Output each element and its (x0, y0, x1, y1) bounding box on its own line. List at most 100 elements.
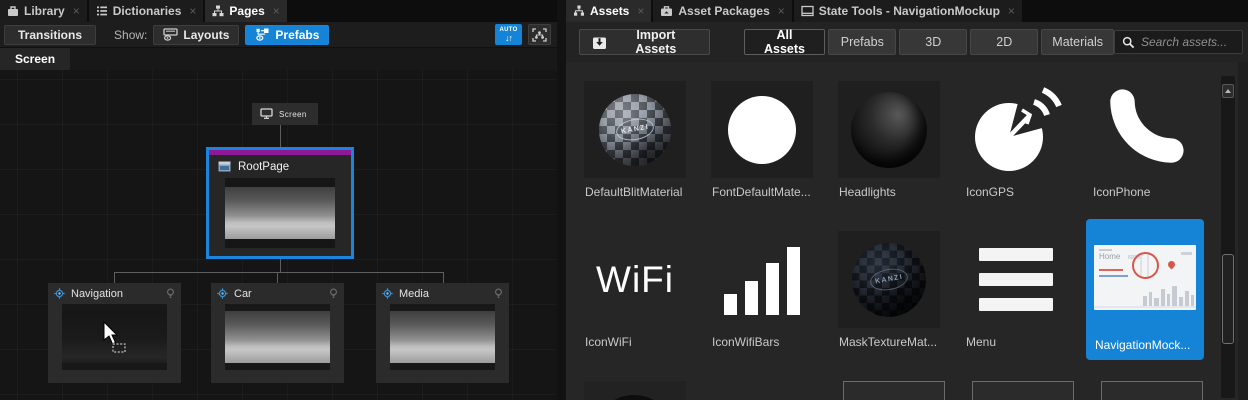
tab-assets[interactable]: Assets × (566, 0, 652, 22)
mockup-roundabout (1132, 252, 1159, 279)
asset-tile-partial[interactable] (843, 381, 945, 400)
pages-icon (212, 5, 224, 17)
asset-tile[interactable]: IconWifiBars (711, 231, 813, 349)
asset-search-box[interactable] (1114, 30, 1243, 54)
kanzi-brand-text: KANZI (868, 265, 910, 294)
asset-name: IconGPS (966, 185, 1015, 199)
screen-view-tab[interactable]: Screen (0, 48, 71, 70)
node-rootpage[interactable]: RootPage (206, 147, 354, 259)
node-media-label: Media (399, 287, 429, 300)
asset-tile-partial[interactable] (1101, 381, 1203, 400)
library-icon (8, 6, 18, 16)
page-icon (218, 161, 231, 172)
close-icon[interactable]: × (1008, 5, 1015, 17)
asset-tile[interactable]: IconPhone (1092, 81, 1194, 199)
asset-tile-partial[interactable] (972, 381, 1074, 400)
connector-line (280, 259, 281, 272)
asset-thumbnail (711, 81, 813, 178)
asset-thumbnail (965, 81, 1067, 178)
filter-3d[interactable]: 3D (899, 29, 968, 55)
scroll-up-button[interactable] (1222, 84, 1234, 98)
state-tools-icon (801, 5, 814, 17)
asset-search-input[interactable] (1141, 35, 1235, 49)
scrollbar-thumb[interactable] (1222, 254, 1234, 344)
import-assets-button[interactable]: Import Assets (579, 28, 710, 56)
asset-tile[interactable]: IconGPS (965, 81, 1067, 199)
mockup-decor (1099, 269, 1123, 271)
filter-prefabs[interactable]: Prefabs (828, 29, 897, 55)
asset-tile-partial[interactable] (584, 381, 686, 400)
asset-tile[interactable]: WiFi IconWiFi (584, 231, 686, 350)
headlights-preview (851, 91, 927, 168)
show-label: Show: (114, 27, 148, 42)
asset-tile[interactable]: KANZI MaskTextureMat... (838, 231, 940, 349)
lightbulb-icon[interactable] (166, 288, 175, 299)
close-icon[interactable]: × (637, 5, 644, 17)
node-car-label: Car (234, 287, 252, 300)
node-rootpage-preview (225, 178, 335, 248)
tab-asset-packages[interactable]: Asset Packages × (653, 0, 792, 22)
target-icon (217, 288, 228, 299)
tab-library-label: Library (24, 4, 65, 18)
tab-dictionaries[interactable]: Dictionaries × (88, 0, 204, 22)
monitor-icon (260, 108, 273, 119)
asset-tile[interactable]: FontDefaultMate... (711, 81, 813, 199)
assets-panel: Assets × Asset Packages × State Tools - … (566, 0, 1248, 400)
asset-tile[interactable]: KANZI DefaultBlitMaterial (584, 81, 686, 199)
filter-materials[interactable]: Materials (1041, 29, 1114, 55)
asset-tile[interactable]: Headlights (838, 81, 940, 199)
lightbulb-icon[interactable] (329, 288, 338, 299)
close-icon[interactable]: × (189, 5, 196, 17)
asset-thumbnail: KANZI (838, 231, 940, 328)
lightbulb-icon[interactable] (494, 288, 503, 299)
asset-tile-selected[interactable]: Home 600m NavigationMock... (1086, 219, 1204, 360)
asset-name: FontDefaultMate... (712, 185, 811, 199)
navigation-mockup-preview: Home 600m (1094, 245, 1196, 310)
fit-graph-button[interactable] (528, 24, 551, 45)
signal-bars-icon (724, 245, 800, 315)
asset-name: IconWifiBars (712, 335, 780, 349)
node-screen[interactable]: Screen (252, 103, 318, 125)
right-tabbar: Assets × Asset Packages × State Tools - … (566, 0, 1248, 22)
mockup-title: Home (1099, 252, 1121, 261)
tab-pages[interactable]: Pages × (205, 0, 287, 22)
page-graph-canvas[interactable]: Screen RootPage Navigation Car Media (0, 70, 557, 400)
close-icon[interactable]: × (73, 5, 80, 17)
tab-state-tools[interactable]: State Tools - NavigationMockup × (793, 0, 1022, 22)
asset-thumbnail (711, 231, 813, 328)
close-icon[interactable]: × (273, 5, 280, 17)
layouts-toggle[interactable]: Layouts (153, 24, 240, 45)
tab-state-tools-label: State Tools - NavigationMockup (818, 4, 1000, 18)
connector-line (280, 125, 281, 147)
wifi-text-preview: WiFi (596, 258, 674, 300)
hamburger-menu-icon (979, 248, 1053, 311)
node-rootpage-header: RootPage (209, 155, 351, 178)
node-navigation[interactable]: Navigation (48, 283, 181, 383)
node-navigation-label: Navigation (71, 287, 123, 300)
transitions-button[interactable]: Transitions (4, 24, 97, 45)
tab-asset-packages-label: Asset Packages (678, 4, 770, 18)
close-icon[interactable]: × (778, 5, 785, 17)
filter-2d[interactable]: 2D (970, 29, 1039, 55)
sort-arrows-icon: ↓↑ (505, 32, 513, 43)
node-navigation-preview (62, 304, 167, 370)
node-car[interactable]: Car (211, 283, 344, 383)
node-media-header: Media (376, 283, 509, 304)
left-tabbar: Library × Dictionaries × Pages × (0, 0, 557, 22)
auto-arrange-button[interactable]: AUTO ↓↑ (495, 24, 522, 45)
connector-line (277, 272, 278, 283)
asset-packages-icon (661, 6, 673, 16)
filter-all-assets[interactable]: All Assets (743, 28, 826, 56)
tab-library[interactable]: Library × (0, 0, 87, 22)
prefabs-toggle-label: Prefabs (275, 27, 320, 42)
asset-tile[interactable]: Menu (965, 231, 1067, 349)
prefabs-toggle[interactable]: Prefabs (245, 24, 330, 45)
mockup-decor (1099, 249, 1112, 251)
mockup-skyline (1143, 286, 1194, 306)
tab-dictionaries-label: Dictionaries (112, 4, 182, 18)
vertical-scrollbar[interactable] (1221, 76, 1235, 398)
node-media[interactable]: Media (376, 283, 509, 383)
connector-line (114, 272, 444, 273)
panel-splitter[interactable] (557, 0, 566, 400)
asset-name: Menu (966, 335, 997, 349)
